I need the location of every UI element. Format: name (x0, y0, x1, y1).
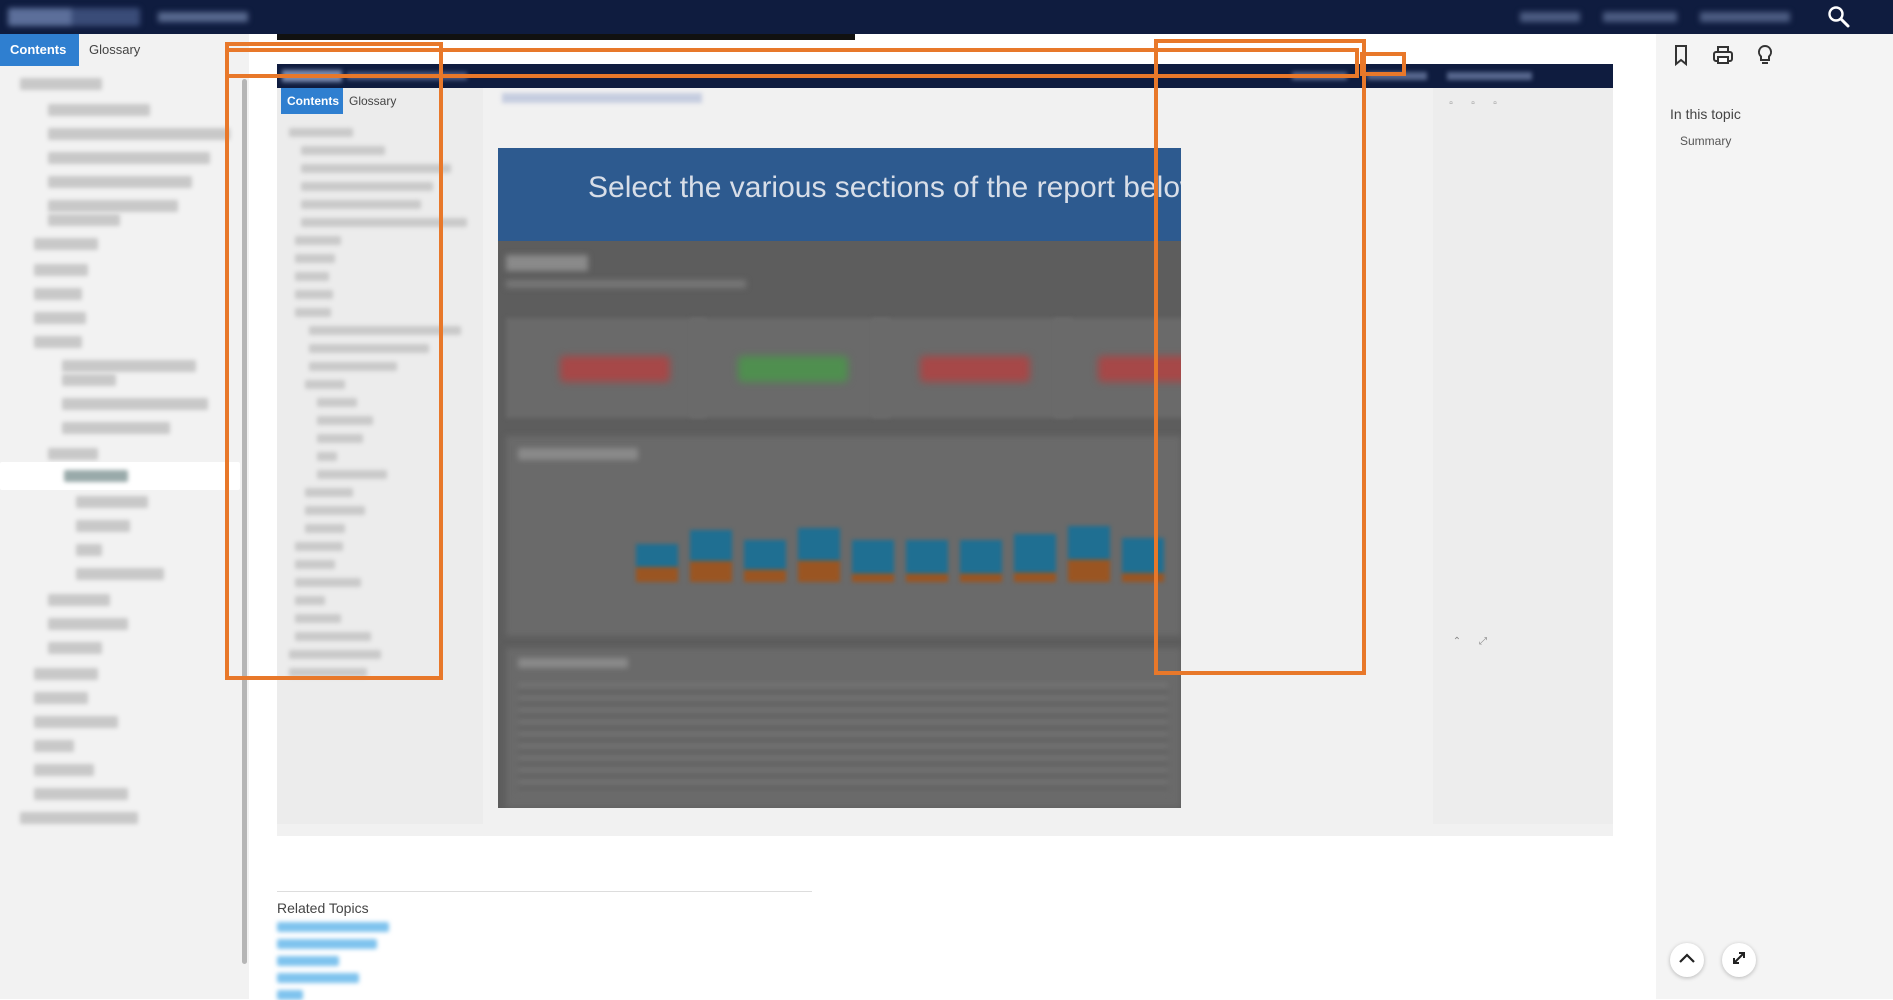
tree-item[interactable] (62, 398, 208, 410)
related-divider (277, 891, 812, 892)
topic-link-summary[interactable]: Summary (1680, 134, 1731, 148)
report-title: Select the various sections of the repor… (588, 171, 1181, 204)
tree-item[interactable] (62, 422, 170, 434)
header-nav-link-1[interactable] (1520, 12, 1580, 22)
kpi-value (560, 356, 670, 382)
tree-item[interactable] (48, 448, 98, 460)
tree-item[interactable] (48, 594, 110, 606)
lightbulb-icon[interactable] (1752, 42, 1778, 68)
search-icon[interactable] (1826, 5, 1852, 29)
tree-item[interactable] (48, 618, 128, 630)
tree-item[interactable] (48, 128, 230, 140)
related-link[interactable] (277, 973, 359, 983)
tree-item[interactable] (76, 544, 102, 556)
chart-bar (1068, 526, 1110, 582)
tree-item[interactable] (34, 740, 74, 752)
report-image: Select the various sections of the repor… (498, 148, 1181, 808)
tree-item[interactable] (62, 374, 116, 386)
tree-item[interactable] (48, 152, 210, 164)
tree-item[interactable] (34, 764, 94, 776)
kpi-value (920, 356, 1030, 382)
header-nav-link-2[interactable] (1603, 12, 1677, 22)
tree-item[interactable] (34, 238, 98, 250)
main-content: Contents Glossary Select the various sec… (225, 34, 1656, 1000)
chart-bar (852, 540, 894, 582)
expand-icon (1730, 949, 1748, 972)
tree-item[interactable] (62, 360, 196, 372)
weekly-chart-title (518, 448, 638, 460)
tree-item-summary[interactable] (64, 470, 128, 482)
tree-item[interactable] (34, 716, 118, 728)
related-link[interactable] (277, 939, 377, 949)
screenshot-nav-link (1447, 72, 1532, 80)
highlight-search (1360, 52, 1406, 76)
top-divider (277, 34, 855, 40)
tree-item[interactable] (34, 668, 98, 680)
chart-bar (798, 528, 840, 582)
tree-item[interactable] (76, 568, 164, 580)
chart-bar (960, 540, 1002, 582)
tree-item[interactable] (76, 496, 148, 508)
chart-bar (1014, 534, 1056, 582)
report-summary-subtitle (506, 280, 746, 288)
chart-bar (744, 540, 786, 582)
help-center-label (158, 12, 248, 22)
tree-item[interactable] (34, 288, 82, 300)
right-sidebar: In this topic Summary (1656, 34, 1893, 999)
expand-button[interactable] (1722, 943, 1756, 977)
nav-tabs: Contents Glossary (0, 34, 249, 66)
report-header: Select the various sections of the repor… (498, 148, 1181, 241)
tree-item[interactable] (76, 520, 130, 532)
cost-table-rows (518, 683, 1168, 793)
left-navigation-panel: Contents Glossary (0, 34, 249, 999)
tree-item[interactable] (48, 176, 192, 188)
chart-bar (690, 530, 732, 582)
report-summary-heading (506, 255, 588, 271)
chevron-up-icon (1678, 951, 1696, 969)
related-topics-heading: Related Topics (277, 900, 369, 916)
tree-item[interactable] (34, 336, 82, 348)
screenshot-print-icon: ▫ (1471, 98, 1475, 109)
header-nav-link-3[interactable] (1700, 12, 1790, 22)
chart-bar (906, 540, 948, 582)
screenshot-right-panel: ▫ ▫ ▫ ⌃ ⤢ (1433, 88, 1613, 824)
embedded-screenshot: Contents Glossary Select the various sec… (277, 64, 1613, 836)
tree-item[interactable] (48, 200, 178, 212)
print-icon[interactable] (1710, 42, 1736, 68)
site-logo[interactable] (8, 8, 140, 26)
tree-item[interactable] (48, 214, 120, 226)
screenshot-bookmark-icon: ▫ (1449, 98, 1453, 109)
screenshot-breadcrumb (502, 93, 702, 103)
highlight-left-nav (225, 42, 443, 680)
tree-item[interactable] (34, 312, 86, 324)
scroll-top-button[interactable] (1670, 943, 1704, 977)
bookmark-icon[interactable] (1668, 42, 1694, 68)
cost-table-title (518, 658, 628, 668)
tab-glossary[interactable]: Glossary (79, 34, 159, 66)
tree-item[interactable] (34, 264, 88, 276)
screenshot-expand-icon: ⤢ (1479, 636, 1487, 647)
tab-contents[interactable]: Contents (0, 34, 79, 66)
related-link[interactable] (277, 956, 339, 966)
related-link[interactable] (277, 922, 389, 932)
tree-item[interactable] (48, 104, 150, 116)
tree-item[interactable] (48, 642, 102, 654)
highlight-right-panel (1154, 39, 1366, 675)
tree-item[interactable] (20, 812, 138, 824)
tree-item[interactable] (34, 788, 128, 800)
kpi-value (738, 356, 848, 382)
screenshot-chevron-up-icon: ⌃ (1452, 636, 1462, 647)
chart-bar (636, 544, 678, 582)
top-header-bar (0, 0, 1893, 34)
tree-item[interactable] (34, 692, 88, 704)
screenshot-lightbulb-icon: ▫ (1493, 98, 1497, 109)
tree-item[interactable] (20, 78, 102, 90)
in-this-topic-heading: In this topic (1670, 106, 1741, 122)
